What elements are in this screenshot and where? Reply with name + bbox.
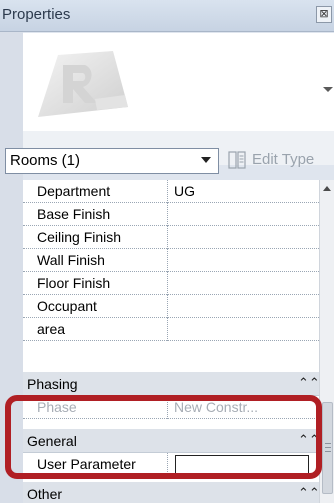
window-left-edge xyxy=(0,32,23,503)
type-selector-dropdown[interactable]: Rooms (1) xyxy=(5,148,219,174)
property-value[interactable] xyxy=(169,272,319,295)
property-value[interactable] xyxy=(169,203,319,226)
group-label: General xyxy=(27,433,77,449)
property-row-base-finish[interactable]: Base Finish xyxy=(23,203,319,226)
property-row-floor-finish[interactable]: Floor Finish xyxy=(23,272,319,295)
properties-grid: Department UG Base Finish Ceiling Finish… xyxy=(23,180,320,503)
revit-logo-icon xyxy=(38,51,128,117)
scroll-thumb[interactable] xyxy=(322,402,333,494)
type-preview xyxy=(23,33,334,131)
property-row-department[interactable]: Department UG xyxy=(23,180,319,203)
type-selector-value: Rooms (1) xyxy=(10,152,81,169)
property-value[interactable] xyxy=(169,295,319,318)
edit-type-button[interactable]: Edit Type xyxy=(228,148,334,174)
property-name: Phase xyxy=(23,396,168,419)
grip-line xyxy=(325,443,331,444)
property-name: Department xyxy=(23,180,168,203)
scroll-up-icon[interactable] xyxy=(323,186,331,191)
property-value: New Constr... xyxy=(174,399,259,415)
collapse-chevron-icon[interactable]: ⌃⌃ xyxy=(298,431,320,449)
property-name: Ceiling Finish xyxy=(23,226,168,249)
property-row-occupant[interactable]: Occupant xyxy=(23,295,319,318)
property-name: User Parameter xyxy=(23,453,168,476)
title-bar: Properties ⊠ xyxy=(0,0,334,32)
user-parameter-input[interactable] xyxy=(175,455,309,476)
property-value[interactable] xyxy=(169,249,319,272)
group-label: Other xyxy=(27,486,63,502)
property-name: Base Finish xyxy=(23,203,168,226)
group-label: Phasing xyxy=(27,376,78,392)
collapse-chevron-icon[interactable]: ⌃⌃ xyxy=(298,374,320,392)
group-header-general[interactable]: General ⌃⌃ xyxy=(23,429,320,453)
vertical-scrollbar[interactable] xyxy=(319,180,334,503)
grip-line xyxy=(325,447,331,448)
grip-line xyxy=(325,451,331,452)
collapse-chevron-icon[interactable]: ⌃⌃ xyxy=(298,484,320,502)
edit-type-label: Edit Type xyxy=(252,151,315,168)
property-row-area[interactable]: area xyxy=(23,318,319,341)
property-row-ceiling-finish[interactable]: Ceiling Finish xyxy=(23,226,319,249)
property-name: area xyxy=(23,318,168,341)
group-header-phasing[interactable]: Phasing ⌃⌃ xyxy=(23,372,320,396)
property-name: Occupant xyxy=(23,295,168,318)
property-row-phase[interactable]: Phase New Constr... xyxy=(23,396,319,419)
property-value[interactable] xyxy=(169,318,319,341)
property-value[interactable]: UG xyxy=(169,180,319,203)
window-title: Properties xyxy=(2,6,71,23)
preview-dropdown-icon[interactable] xyxy=(323,87,333,92)
property-row-wall-finish[interactable]: Wall Finish xyxy=(23,249,319,272)
edit-type-icon xyxy=(228,151,246,169)
close-button[interactable]: ⊠ xyxy=(316,6,332,23)
group-header-other[interactable]: Other ⌃⌃ xyxy=(23,482,320,503)
property-row-user-parameter[interactable]: User Parameter xyxy=(23,453,319,476)
property-name: Wall Finish xyxy=(23,249,168,272)
chevron-down-icon[interactable] xyxy=(201,157,211,163)
property-name: Floor Finish xyxy=(23,272,168,295)
property-value[interactable] xyxy=(169,226,319,249)
